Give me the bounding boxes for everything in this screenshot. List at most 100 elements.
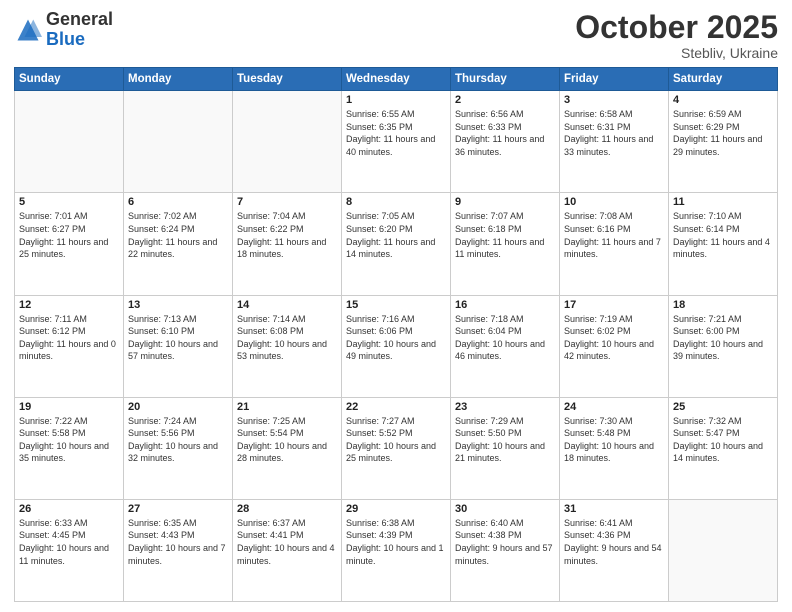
cell-info: Sunrise: 6:35 AM Sunset: 4:43 PM Dayligh… <box>128 517 228 567</box>
day-number: 16 <box>455 299 555 311</box>
day-number: 10 <box>564 196 664 208</box>
table-row: 26Sunrise: 6:33 AM Sunset: 4:45 PM Dayli… <box>15 499 124 601</box>
cell-info: Sunrise: 7:14 AM Sunset: 6:08 PM Dayligh… <box>237 313 337 363</box>
day-number: 1 <box>346 94 446 106</box>
cell-info: Sunrise: 6:40 AM Sunset: 4:38 PM Dayligh… <box>455 517 555 567</box>
logo-blue-text: Blue <box>46 30 113 50</box>
table-row: 8 Sunrise: 7:05 AM Sunset: 6:20 PM Daylig… <box>342 193 451 295</box>
table-row: 2 Sunrise: 6:56 AM Sunset: 6:33 PM Daylig… <box>451 91 560 193</box>
day-number: 30 <box>455 503 555 515</box>
table-row: 9 Sunrise: 7:07 AM Sunset: 6:18 PM Daylig… <box>451 193 560 295</box>
table-row: 29Sunrise: 6:38 AM Sunset: 4:39 PM Dayli… <box>342 499 451 601</box>
logo-icon <box>14 16 42 44</box>
col-sunday: Sunday <box>15 68 124 91</box>
day-number: 21 <box>237 401 337 413</box>
cell-info: Sunrise: 7:05 AM Sunset: 6:20 PM Dayligh… <box>346 210 446 260</box>
day-number: 20 <box>128 401 228 413</box>
day-number: 23 <box>455 401 555 413</box>
day-number: 22 <box>346 401 446 413</box>
page: General Blue October 2025 Stebliv, Ukrai… <box>0 0 792 612</box>
day-number: 8 <box>346 196 446 208</box>
table-row: 23 Sunrise: 7:29 AM Sunset: 5:50 PM Dayli… <box>451 397 560 499</box>
day-number: 25 <box>673 401 773 413</box>
table-row <box>124 91 233 193</box>
cell-info: Sunrise: 6:41 AM Sunset: 4:36 PM Dayligh… <box>564 517 664 567</box>
cell-info: Sunrise: 7:07 AM Sunset: 6:18 PM Dayligh… <box>455 210 555 260</box>
cell-info: Sunrise: 7:25 AM Sunset: 5:54 PM Dayligh… <box>237 415 337 465</box>
cell-info: Sunrise: 7:21 AM Sunset: 6:00 PM Dayligh… <box>673 313 773 363</box>
cell-info: Sunrise: 7:18 AM Sunset: 6:04 PM Dayligh… <box>455 313 555 363</box>
cell-info: Sunrise: 7:24 AM Sunset: 5:56 PM Dayligh… <box>128 415 228 465</box>
day-number: 9 <box>455 196 555 208</box>
day-number: 18 <box>673 299 773 311</box>
table-row: 7 Sunrise: 7:04 AM Sunset: 6:22 PM Daylig… <box>233 193 342 295</box>
col-monday: Monday <box>124 68 233 91</box>
table-row: 10Sunrise: 7:08 AM Sunset: 6:16 PM Dayli… <box>560 193 669 295</box>
day-number: 28 <box>237 503 337 515</box>
day-number: 5 <box>19 196 119 208</box>
cell-info: Sunrise: 7:30 AM Sunset: 5:48 PM Dayligh… <box>564 415 664 465</box>
day-number: 6 <box>128 196 228 208</box>
table-row: 1 Sunrise: 6:55 AM Sunset: 6:35 PM Daylig… <box>342 91 451 193</box>
cell-info: Sunrise: 6:58 AM Sunset: 6:31 PM Dayligh… <box>564 108 664 158</box>
cell-info: Sunrise: 6:59 AM Sunset: 6:29 PM Dayligh… <box>673 108 773 158</box>
day-number: 31 <box>564 503 664 515</box>
table-row: 30 Sunrise: 6:40 AM Sunset: 4:38 PM Dayli… <box>451 499 560 601</box>
calendar-table: Sunday Monday Tuesday Wednesday Thursday… <box>14 67 778 602</box>
cell-info: Sunrise: 7:16 AM Sunset: 6:06 PM Dayligh… <box>346 313 446 363</box>
week-row-4: 19 Sunrise: 7:22 AM Sunset: 5:58 PM Dayli… <box>15 397 778 499</box>
table-row: 31 Sunrise: 6:41 AM Sunset: 4:36 PM Dayli… <box>560 499 669 601</box>
table-row: 28Sunrise: 6:37 AM Sunset: 4:41 PM Dayli… <box>233 499 342 601</box>
col-friday: Friday <box>560 68 669 91</box>
day-number: 17 <box>564 299 664 311</box>
table-row: 14 Sunrise: 7:14 AM Sunset: 6:08 PM Dayli… <box>233 295 342 397</box>
table-row: 19 Sunrise: 7:22 AM Sunset: 5:58 PM Dayli… <box>15 397 124 499</box>
logo-general-text: General <box>46 10 113 30</box>
day-number: 2 <box>455 94 555 106</box>
day-number: 24 <box>564 401 664 413</box>
title-block: October 2025 Stebliv, Ukraine <box>575 10 778 61</box>
day-number: 26 <box>19 503 119 515</box>
header: General Blue October 2025 Stebliv, Ukrai… <box>14 10 778 61</box>
cell-info: Sunrise: 7:10 AM Sunset: 6:14 PM Dayligh… <box>673 210 773 260</box>
table-row <box>669 499 778 601</box>
week-row-5: 26Sunrise: 6:33 AM Sunset: 4:45 PM Dayli… <box>15 499 778 601</box>
table-row: 24 Sunrise: 7:30 AM Sunset: 5:48 PM Dayli… <box>560 397 669 499</box>
table-row: 27 Sunrise: 6:35 AM Sunset: 4:43 PM Dayli… <box>124 499 233 601</box>
cell-info: Sunrise: 6:56 AM Sunset: 6:33 PM Dayligh… <box>455 108 555 158</box>
col-saturday: Saturday <box>669 68 778 91</box>
table-row: 16 Sunrise: 7:18 AM Sunset: 6:04 PM Dayli… <box>451 295 560 397</box>
day-number: 14 <box>237 299 337 311</box>
cell-info: Sunrise: 7:32 AM Sunset: 5:47 PM Dayligh… <box>673 415 773 465</box>
table-row: 22 Sunrise: 7:27 AM Sunset: 5:52 PM Dayli… <box>342 397 451 499</box>
day-number: 11 <box>673 196 773 208</box>
week-row-3: 12Sunrise: 7:11 AM Sunset: 6:12 PM Dayli… <box>15 295 778 397</box>
cell-info: Sunrise: 6:38 AM Sunset: 4:39 PM Dayligh… <box>346 517 446 567</box>
location-subtitle: Stebliv, Ukraine <box>575 45 778 61</box>
cell-info: Sunrise: 7:01 AM Sunset: 6:27 PM Dayligh… <box>19 210 119 260</box>
cell-info: Sunrise: 6:55 AM Sunset: 6:35 PM Dayligh… <box>346 108 446 158</box>
cell-info: Sunrise: 7:29 AM Sunset: 5:50 PM Dayligh… <box>455 415 555 465</box>
col-thursday: Thursday <box>451 68 560 91</box>
day-number: 3 <box>564 94 664 106</box>
day-number: 13 <box>128 299 228 311</box>
table-row: 18 Sunrise: 7:21 AM Sunset: 6:00 PM Dayli… <box>669 295 778 397</box>
logo-text: General Blue <box>46 10 113 50</box>
day-number: 19 <box>19 401 119 413</box>
table-row: 12Sunrise: 7:11 AM Sunset: 6:12 PM Dayli… <box>15 295 124 397</box>
table-row: 25 Sunrise: 7:32 AM Sunset: 5:47 PM Dayli… <box>669 397 778 499</box>
cell-info: Sunrise: 7:27 AM Sunset: 5:52 PM Dayligh… <box>346 415 446 465</box>
day-number: 4 <box>673 94 773 106</box>
table-row: 11 Sunrise: 7:10 AM Sunset: 6:14 PM Dayli… <box>669 193 778 295</box>
cell-info: Sunrise: 7:04 AM Sunset: 6:22 PM Dayligh… <box>237 210 337 260</box>
day-number: 27 <box>128 503 228 515</box>
day-number: 15 <box>346 299 446 311</box>
day-number: 12 <box>19 299 119 311</box>
cell-info: Sunrise: 7:22 AM Sunset: 5:58 PM Dayligh… <box>19 415 119 465</box>
table-row: 15 Sunrise: 7:16 AM Sunset: 6:06 PM Dayli… <box>342 295 451 397</box>
table-row: 5 Sunrise: 7:01 AM Sunset: 6:27 PM Daylig… <box>15 193 124 295</box>
day-number: 7 <box>237 196 337 208</box>
table-row: 20 Sunrise: 7:24 AM Sunset: 5:56 PM Dayli… <box>124 397 233 499</box>
week-row-2: 5 Sunrise: 7:01 AM Sunset: 6:27 PM Daylig… <box>15 193 778 295</box>
table-row: 13Sunrise: 7:13 AM Sunset: 6:10 PM Dayli… <box>124 295 233 397</box>
